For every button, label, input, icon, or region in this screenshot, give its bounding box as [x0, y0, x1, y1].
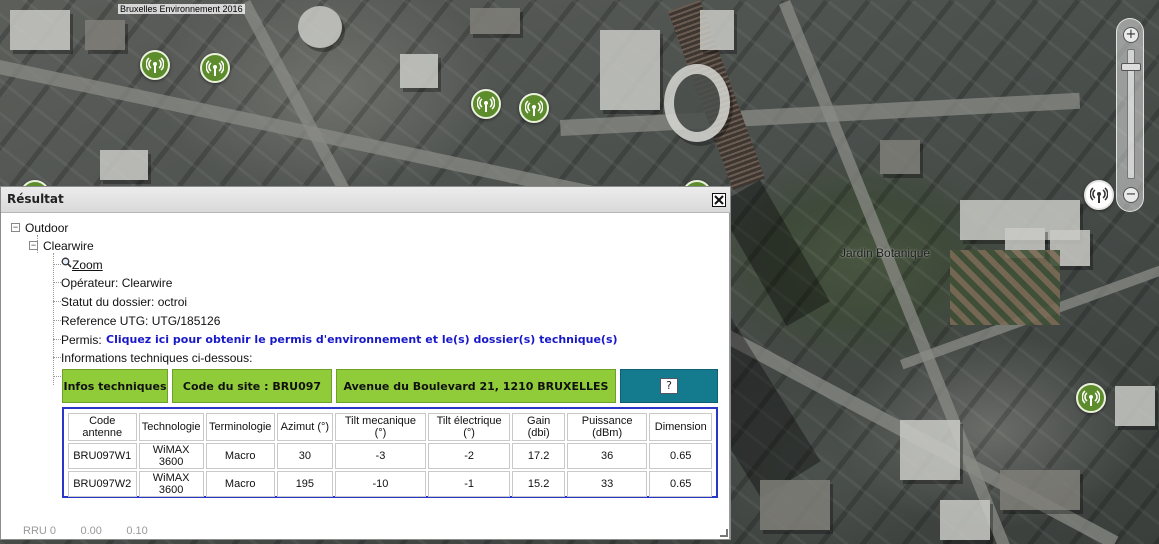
building [760, 480, 830, 530]
building [10, 10, 70, 50]
technical-info-heading: Informations techniques ci-dessous: [61, 351, 253, 365]
operator-text: Opérateur: Clearwire [61, 276, 173, 290]
permis-label: Permis: [61, 333, 102, 347]
result-panel: Résultat − Outdoor − Clearwire Zoom Opér… [0, 186, 731, 540]
map-zoom-control: + − [1116, 18, 1144, 212]
site-info-strip: Infos techniques Code du site : BRU097 A… [62, 369, 718, 403]
cell-code: BRU097W2 [68, 471, 137, 497]
site-address-cell: Avenue du Boulevard 21, 1210 BRUXELLES [336, 369, 616, 403]
table-header-row: Code antenne Technologie Terminologie Az… [68, 413, 712, 441]
tree-line [53, 357, 61, 358]
cell-technologie: WiMAX 3600 [138, 471, 204, 497]
building [600, 30, 660, 110]
close-button[interactable] [712, 193, 726, 207]
cell-gain: 15.2 [512, 471, 565, 497]
magnifier-icon [61, 257, 72, 271]
cell-dimension: 0.65 [649, 443, 712, 469]
cell-puissance: 33 [566, 471, 648, 497]
cell-tilt-mecanique: -3 [335, 443, 426, 469]
antenna-table: Code antenne Technologie Terminologie Az… [66, 411, 714, 499]
building-shadow [716, 180, 830, 327]
tree-toggle-outdoor[interactable]: − [11, 223, 20, 232]
col-header-tilt-mecanique: Tilt mecanique (°) [335, 413, 426, 441]
cell-dimension: 0.65 [649, 471, 712, 497]
tree-node-outdoor[interactable]: Outdoor [25, 221, 68, 235]
tree-line [53, 339, 61, 340]
col-header-terminologie: Terminologie [205, 413, 275, 441]
building [85, 20, 125, 50]
zoom-slider-thumb[interactable] [1121, 63, 1141, 71]
building [940, 500, 990, 540]
cell-azimut: 195 [276, 471, 334, 497]
col-header-tilt-electrique: Tilt électrique (°) [427, 413, 511, 441]
file-status-text: Statut du dossier: octroi [61, 295, 188, 309]
cell-technologie: WiMAX 3600 [138, 443, 204, 469]
permis-link[interactable]: Cliquez ici pour obtenir le permis d'env… [106, 333, 618, 346]
zoom-out-button[interactable]: − [1123, 187, 1139, 203]
cell-terminologie: Macro [205, 443, 275, 469]
map-road [0, 60, 607, 203]
tree-toggle-clearwire[interactable]: − [29, 241, 38, 250]
close-icon [714, 195, 724, 205]
building [664, 64, 730, 142]
col-header-dimension: Dimension [649, 413, 712, 441]
tree-line [53, 253, 54, 385]
antenna-marker-icon[interactable] [1076, 383, 1106, 413]
tree-line [53, 264, 61, 265]
hidden-row-fragment: RRU 0 0.00 0.10 [23, 525, 148, 537]
cell-terminologie: Macro [205, 471, 275, 497]
building [880, 140, 920, 174]
cell-gain: 17.2 [512, 443, 565, 469]
building [298, 6, 342, 48]
map-copyright: Bruxelles Environnement 2016 [118, 4, 245, 14]
building [470, 8, 520, 34]
antenna-marker-icon[interactable] [200, 53, 230, 83]
col-header-gain: Gain (dbi) [512, 413, 565, 441]
panel-title: Résultat [7, 192, 64, 206]
panel-header[interactable]: Résultat [1, 187, 730, 213]
utg-reference-text: Reference UTG: UTG/185126 [61, 314, 221, 328]
building [400, 54, 438, 88]
col-header-technologie: Technologie [138, 413, 204, 441]
antenna-marker-icon[interactable] [519, 93, 549, 123]
zoom-in-button[interactable]: + [1123, 27, 1139, 43]
building [100, 150, 148, 180]
cell-tilt-mecanique: -10 [335, 471, 426, 497]
building [700, 10, 734, 50]
tree-line [53, 282, 61, 283]
building [1000, 470, 1080, 510]
result-tree: − Outdoor − Clearwire Zoom Opérateur: Cl… [1, 213, 730, 539]
building [1115, 386, 1155, 426]
garden-area [950, 250, 1060, 325]
tree-line [53, 320, 61, 321]
cell-puissance: 36 [566, 443, 648, 469]
cell-tilt-electrique: -1 [427, 471, 511, 497]
zoom-link[interactable]: Zoom [72, 258, 103, 272]
help-icon[interactable]: ? [660, 378, 678, 394]
cell-azimut: 30 [276, 443, 334, 469]
table-row: BRU097W2 WiMAX 3600 Macro 195 -10 -1 15.… [68, 471, 712, 497]
map-place-label: Jardin Botanique [840, 246, 931, 260]
antenna-marker-icon[interactable] [471, 89, 501, 119]
antenna-marker-icon[interactable] [1084, 180, 1114, 210]
col-header-code: Code antenne [68, 413, 137, 441]
resize-handle[interactable] [720, 529, 728, 537]
antenna-table-container: Code antenne Technologie Terminologie Az… [62, 407, 718, 498]
table-row: BRU097W1 WiMAX 3600 Macro 30 -3 -2 17.2 … [68, 443, 712, 469]
cell-tilt-electrique: -2 [427, 443, 511, 469]
cell-code: BRU097W1 [68, 443, 137, 469]
site-code-cell: Code du site : BRU097 [172, 369, 332, 403]
col-header-azimut: Azimut (°) [276, 413, 334, 441]
infos-techniques-cell: Infos techniques [62, 369, 168, 403]
antenna-marker-icon[interactable] [140, 50, 170, 80]
tree-line [53, 301, 61, 302]
building [900, 420, 960, 480]
help-cell[interactable]: ? [620, 369, 718, 403]
tree-line [53, 376, 61, 377]
tree-node-clearwire[interactable]: Clearwire [43, 239, 94, 253]
col-header-puissance: Puissance (dBm) [566, 413, 648, 441]
